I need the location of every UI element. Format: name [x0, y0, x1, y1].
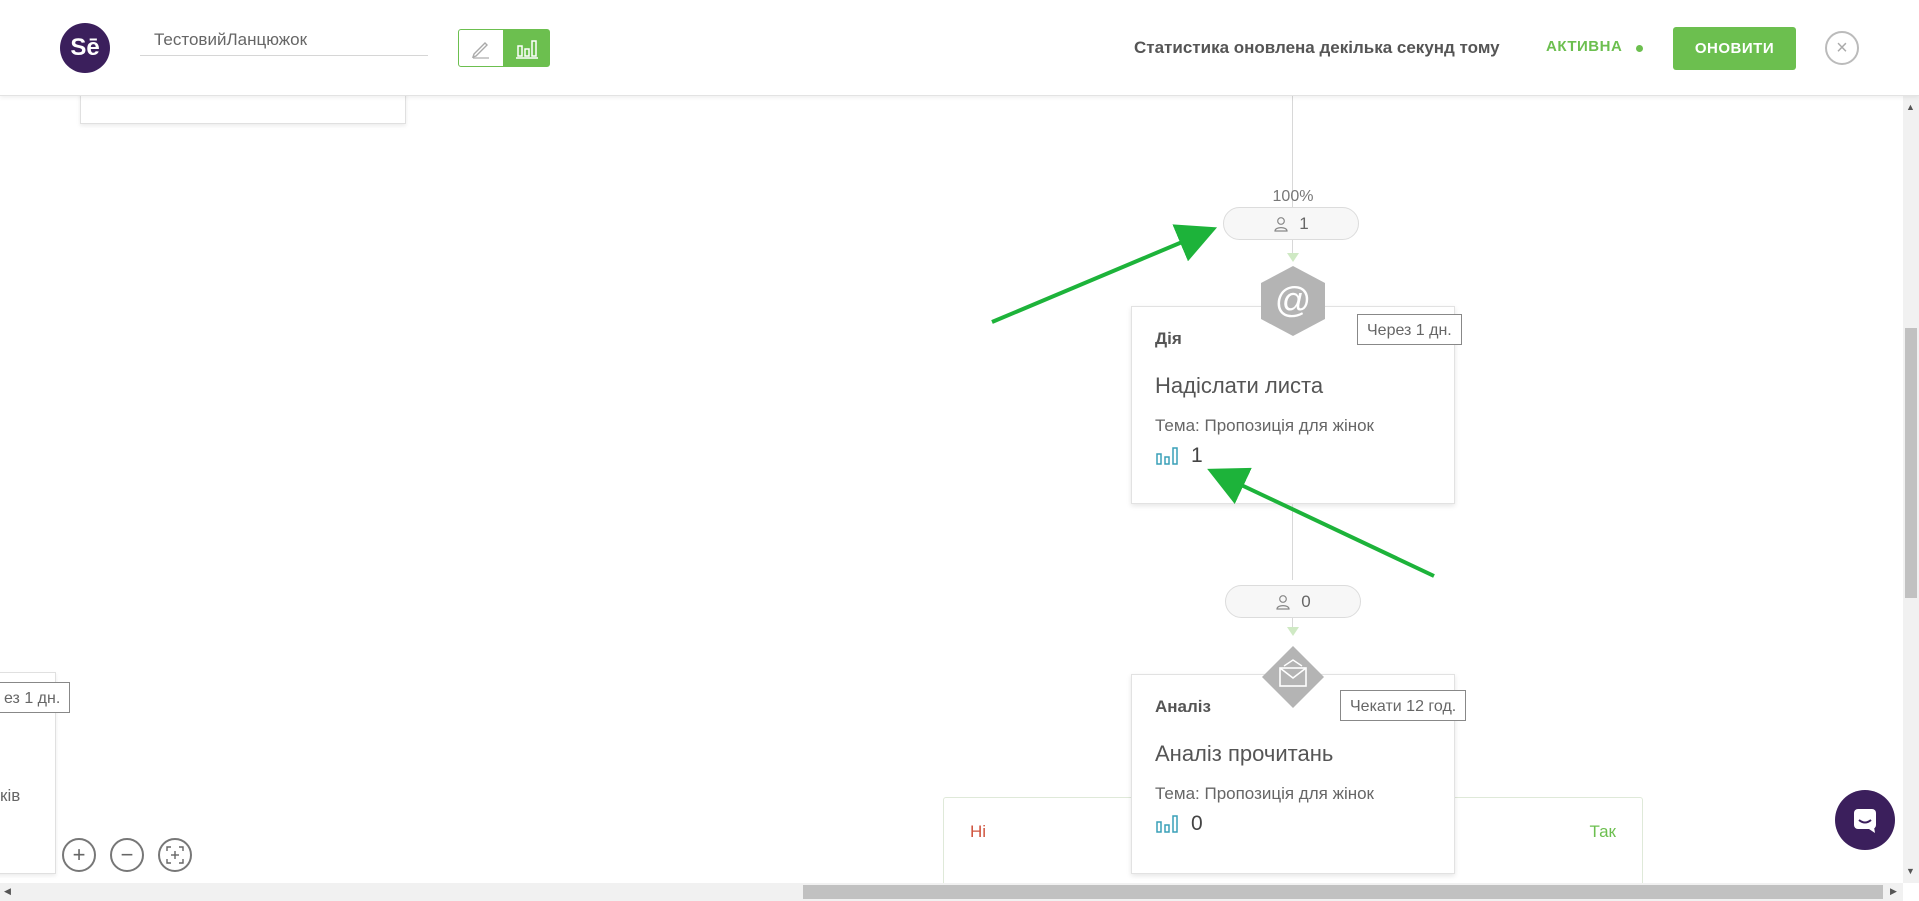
card-title: Аналіз прочитань — [1155, 741, 1334, 766]
scroll-right-arrow[interactable]: ▶ — [1890, 886, 1897, 897]
pencil-icon — [471, 42, 489, 59]
card-subject: Тема: Пропозиція для жінок — [1155, 784, 1374, 803]
user-icon — [1276, 594, 1290, 610]
top-bar: Sē Статистика оновлена декілька секунд т… — [0, 0, 1919, 96]
fit-to-screen-button[interactable] — [158, 838, 192, 872]
delay-tag: Чекати 12 год. — [1340, 690, 1467, 721]
envelope-open-icon — [1262, 646, 1324, 708]
mode-toggle — [458, 29, 550, 67]
stats-updated-text: Статистика оновлена декілька секунд тому — [1134, 38, 1500, 57]
waiting-count: 0 — [1301, 591, 1311, 611]
close-icon[interactable]: × — [1825, 31, 1859, 65]
delay-tag: ез 1 дн. — [0, 682, 71, 713]
scroll-left-arrow[interactable]: ◀ — [4, 886, 11, 897]
chat-button[interactable] — [1835, 790, 1895, 850]
card-stat-value: 0 — [1191, 812, 1203, 835]
card-type-label: Дія — [1155, 329, 1182, 348]
chain-name-input[interactable] — [140, 24, 428, 56]
bar-chart-icon — [1156, 815, 1178, 833]
entry-percent: 100% — [1272, 188, 1314, 205]
vertical-scroll-thumb[interactable] — [1905, 328, 1917, 598]
card-type-label: Аналіз — [1155, 697, 1211, 716]
logo[interactable]: Sē — [60, 23, 110, 73]
partial-card[interactable] — [80, 96, 406, 124]
entry-count: 1 — [1299, 213, 1309, 233]
connector-arrow — [1287, 253, 1299, 262]
stats-mode-button[interactable] — [504, 29, 550, 67]
branch-yes-label[interactable]: Так — [1589, 822, 1616, 842]
card-stat[interactable]: 1 — [1155, 444, 1203, 468]
connector-arrow — [1287, 627, 1299, 636]
partial-card-text: ків — [0, 786, 21, 805]
active-status-label: АКТИВНА — [1546, 38, 1623, 55]
edit-mode-button[interactable] — [458, 29, 504, 67]
active-status-dot — [1636, 45, 1643, 52]
card-title: Надіслати листа — [1155, 373, 1324, 398]
branch-no-label[interactable]: Ні — [970, 822, 986, 842]
svg-text:@: @ — [1275, 279, 1312, 320]
entry-count-pill[interactable]: 1 — [1223, 207, 1359, 240]
user-icon — [1274, 216, 1288, 232]
card-stat-value: 1 — [1191, 444, 1203, 467]
fit-screen-icon — [166, 846, 184, 864]
connector-line — [1292, 240, 1293, 254]
at-sign-icon: @ — [1261, 266, 1325, 336]
zoom-in-button[interactable]: + — [62, 838, 96, 872]
waiting-count-pill[interactable]: 0 — [1225, 585, 1361, 618]
card-stat[interactable]: 0 — [1155, 812, 1203, 836]
bar-chart-icon — [516, 40, 538, 59]
zoom-out-button[interactable]: − — [110, 838, 144, 872]
flow-canvas[interactable]: 100% 1 Дія Надіслати листа Тема: Пропози… — [0, 96, 1903, 883]
delay-tag: Через 1 дн. — [1357, 314, 1462, 345]
horizontal-scroll-thumb[interactable] — [803, 885, 1883, 899]
refresh-button[interactable]: ОНОВИТИ — [1673, 27, 1796, 70]
bar-chart-icon — [1156, 447, 1178, 465]
card-subject: Тема: Пропозиція для жінок — [1155, 416, 1374, 435]
scroll-up-arrow[interactable]: ▲ — [1906, 102, 1915, 112]
chat-icon — [1854, 809, 1876, 833]
scroll-down-arrow[interactable]: ▼ — [1906, 866, 1915, 876]
connector-line — [1292, 504, 1293, 580]
